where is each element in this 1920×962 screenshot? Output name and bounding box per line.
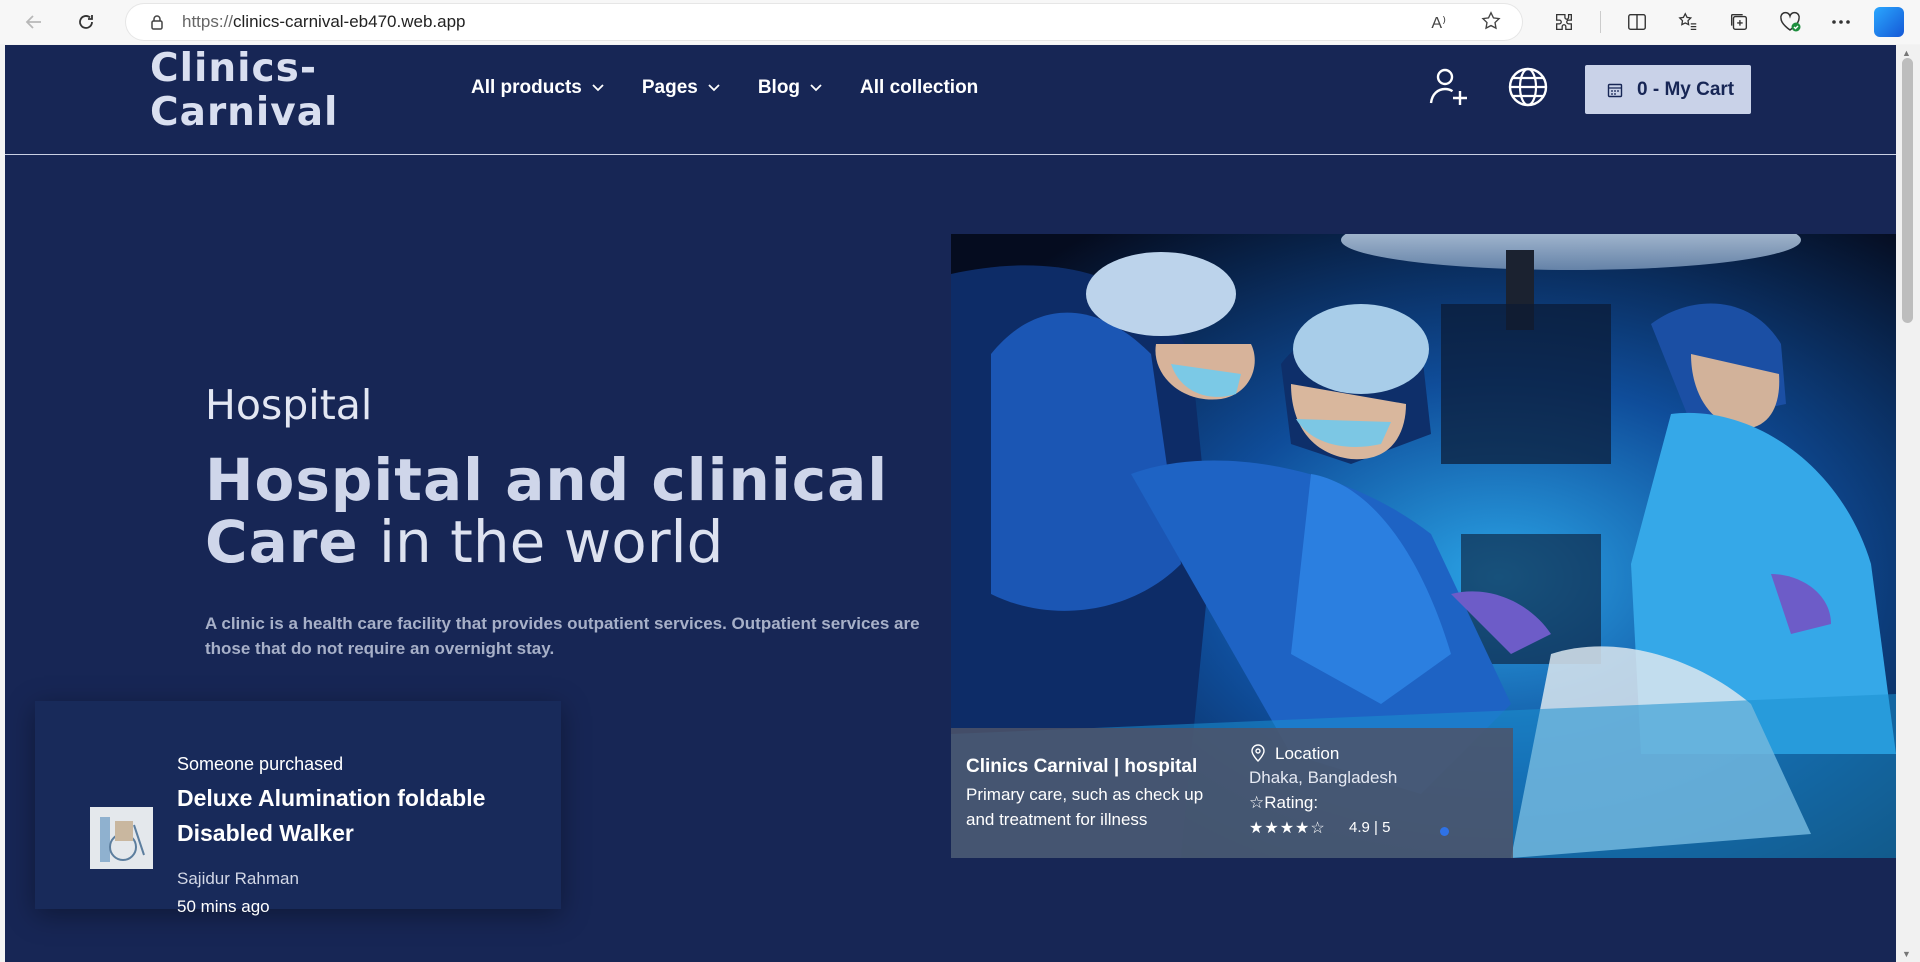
favorite-star-icon[interactable] (1480, 10, 1502, 37)
toast-label: Someone purchased (177, 754, 344, 774)
slider-pagination-dot[interactable] (1440, 827, 1449, 836)
nav-pages[interactable]: Pages (642, 77, 720, 99)
nav-all-collection[interactable]: All collection (860, 77, 978, 99)
globe-icon[interactable] (1506, 65, 1550, 109)
logo-line-2: Carnival (150, 90, 339, 135)
slide-caption: Clinics Carnival | hospital Primary care… (951, 728, 1513, 858)
nav-label: All products (471, 77, 582, 98)
lock-icon[interactable] (148, 13, 166, 31)
scroll-up-icon[interactable]: ▲ (1902, 48, 1911, 58)
reload-button[interactable] (68, 4, 104, 40)
hero-description: A clinic is a health care facility that … (205, 614, 920, 658)
rating-stars: ★★★★☆ (1249, 820, 1326, 837)
cart-icon (1607, 83, 1623, 97)
scrollbar-thumb[interactable] (1902, 58, 1913, 323)
split-screen-icon[interactable] (1619, 4, 1655, 40)
main-nav: All products Pages Blog All collection (471, 77, 1016, 99)
location-value: Dhaka, Bangladesh (1249, 768, 1398, 787)
toast-product-name[interactable]: Deluxe Alumination foldable Disabled Wal… (177, 781, 507, 851)
page-scrollbar[interactable]: ▲ ▼ (1896, 45, 1920, 962)
collections-icon[interactable] (1721, 4, 1757, 40)
hero-title-bold: Hospital and clinical (205, 446, 889, 514)
caption-title: Clinics Carnival | hospital (966, 756, 1198, 777)
map-pin-icon (1251, 744, 1265, 762)
rating-label: ☆Rating: (1249, 793, 1319, 812)
nav-label: All collection (860, 77, 979, 98)
favorites-list-icon[interactable] (1670, 4, 1706, 40)
location-label: Location (1275, 744, 1340, 763)
rating-score: 4.9 | 5 (1349, 819, 1391, 836)
nav-label: Blog (757, 77, 801, 98)
url-text: https://clinics-carnival-eb470.web.app (182, 12, 466, 31)
scroll-down-icon[interactable]: ▼ (1902, 949, 1911, 959)
extensions-icon[interactable] (1546, 4, 1582, 40)
toast-time-ago: 50 mins ago (177, 897, 270, 916)
toolbar-divider (1600, 11, 1601, 33)
reload-icon (79, 15, 93, 29)
browser-toolbar: https://clinics-carnival-eb470.web.app A… (0, 0, 1920, 44)
toast-buyer-name: Sajidur Rahman (177, 869, 299, 888)
nav-all-products[interactable]: All products (471, 77, 604, 99)
chevron-down-icon (810, 84, 822, 92)
hero-eyebrow: Hospital (205, 381, 373, 429)
chevron-down-icon (592, 84, 604, 92)
copilot-icon[interactable] (1874, 7, 1904, 37)
chevron-down-icon (708, 84, 720, 92)
site-header: Clinics- Carnival All products Pages Blo… (5, 45, 1896, 155)
add-user-icon[interactable] (1427, 65, 1471, 109)
hero-title-bold-2: Care (205, 508, 359, 576)
cart-label: 0 - My Cart (1637, 78, 1735, 100)
address-bar[interactable]: https://clinics-carnival-eb470.web.app A… (126, 4, 1522, 40)
hero-title-thin: in the world (378, 508, 724, 576)
site-logo[interactable]: Clinics- Carnival (150, 47, 350, 135)
read-aloud-icon[interactable]: A⁾ (1431, 13, 1446, 33)
logo-line-1: Clinics- (150, 46, 318, 91)
product-thumbnail (90, 807, 153, 869)
nav-label: Pages (641, 77, 698, 98)
browser-health-icon[interactable] (1772, 4, 1808, 40)
more-menu-icon[interactable] (1823, 4, 1859, 40)
back-button[interactable] (16, 4, 52, 40)
my-cart-button[interactable]: 0 - My Cart (1585, 65, 1751, 114)
hero-title: Hospital and clinical Care in the world (205, 449, 965, 573)
arrow-left-icon (25, 15, 41, 29)
caption-description: Primary care, such as check up and treat… (966, 785, 1204, 829)
purchase-notification: Someone purchased Deluxe Alumination fol… (35, 701, 561, 916)
nav-blog[interactable]: Blog (758, 77, 822, 99)
web-page: Clinics- Carnival All products Pages Blo… (5, 45, 1896, 962)
